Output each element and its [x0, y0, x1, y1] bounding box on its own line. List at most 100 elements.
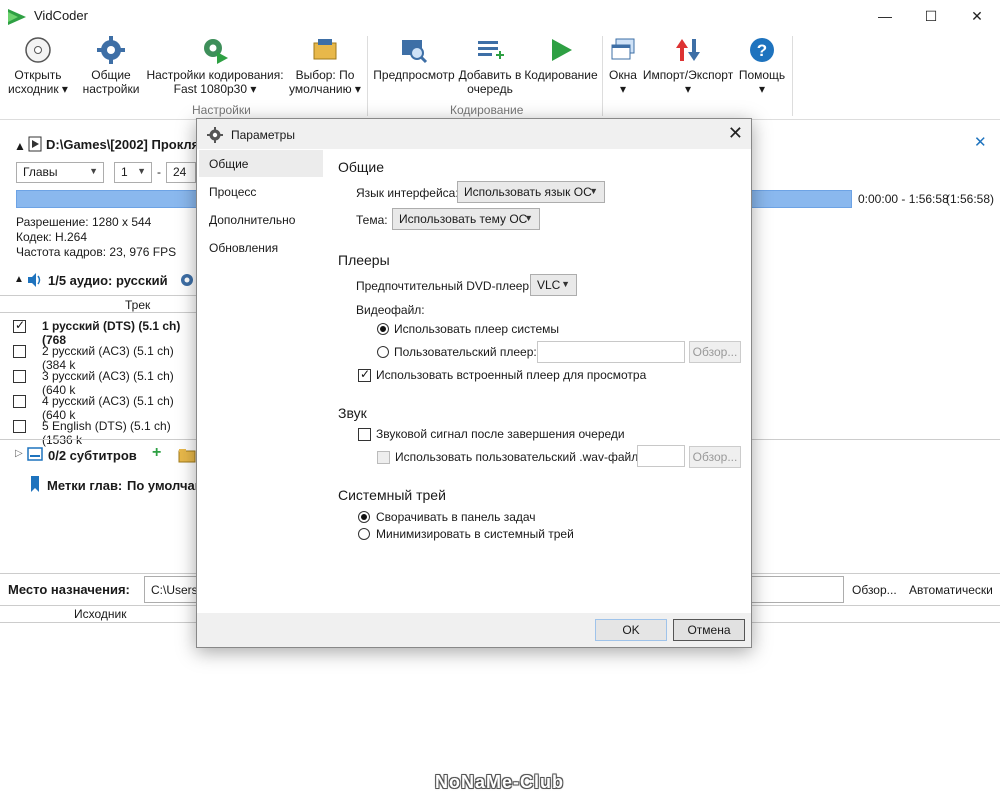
- maximize-button[interactable]: ☐: [908, 0, 954, 32]
- windows-label-1: Окна: [609, 68, 637, 82]
- encoding-settings-button[interactable]: Настройки кодирования: Fast 1080p30 ▾: [146, 34, 284, 96]
- add-to-queue-label-1: Добавить в: [458, 68, 522, 82]
- custom-player-radio[interactable]: [377, 346, 389, 358]
- beep-checkbox[interactable]: [358, 428, 371, 441]
- language-value: Использовать язык ОС: [464, 185, 592, 199]
- help-label-2: ▾: [758, 82, 766, 96]
- audio-track-row[interactable]: 2 русский (AC3) (5.1 ch) (384 k: [0, 339, 200, 372]
- divider: [0, 312, 200, 313]
- folder-icon[interactable]: [178, 447, 196, 466]
- track-label: 5 English (DTS) (5.1 ch) (1536 k: [42, 419, 171, 447]
- general-settings-button[interactable]: Общие настройки: [78, 34, 144, 96]
- chapters-value[interactable]: По умолчан: [127, 478, 203, 493]
- theme-select[interactable]: Использовать тему ОС ▼: [392, 208, 540, 230]
- track-checkbox[interactable]: [13, 395, 26, 408]
- time-range: 0:00:00 - 1:56:58: [858, 192, 949, 206]
- disc-icon: [24, 36, 52, 67]
- speaker-icon: [27, 272, 43, 291]
- settings-nav: Общие Процесс Дополнительно Обновления: [197, 149, 323, 613]
- chevron-down-icon: ▼: [561, 279, 570, 289]
- custom-wav-checkbox[interactable]: [377, 451, 390, 464]
- gear-icon: [96, 35, 126, 68]
- open-source-button[interactable]: Открыть исходник ▾: [6, 34, 70, 96]
- windows-button[interactable]: Окна ▾: [604, 34, 642, 96]
- section-players-title: Плееры: [338, 252, 390, 268]
- windows-label-2: ▾: [619, 82, 627, 96]
- close-window-button[interactable]: ✕: [954, 0, 1000, 32]
- system-player-radio[interactable]: [377, 323, 389, 335]
- dialog-close-button[interactable]: ✕: [728, 123, 743, 144]
- beep-label: Звуковой сигнал после завершения очереди: [376, 427, 625, 441]
- nav-item-advanced[interactable]: Дополнительно: [199, 206, 323, 233]
- range-from-select[interactable]: 1 ▼: [114, 162, 152, 183]
- minimize-tray-label: Минимизировать в системный трей: [376, 527, 574, 541]
- minimize-tray-radio[interactable]: [358, 528, 370, 540]
- expand-arrow-icon[interactable]: ▷: [15, 448, 23, 459]
- import-export-button[interactable]: Импорт/Экспорт ▾: [642, 34, 734, 96]
- minimize-taskbar-radio[interactable]: [358, 511, 370, 523]
- nav-item-updates[interactable]: Обновления: [199, 234, 323, 261]
- custom-player-path-input[interactable]: [537, 341, 685, 363]
- track-checkbox[interactable]: [13, 370, 26, 383]
- play-icon: [546, 35, 576, 68]
- nav-item-general[interactable]: Общие: [199, 150, 323, 177]
- help-button[interactable]: ? Помощь ▾: [736, 34, 788, 96]
- close-source-button[interactable]: ✕: [974, 133, 987, 151]
- range-to-select[interactable]: 24: [166, 162, 196, 183]
- dialog-title: Параметры: [231, 128, 295, 142]
- encode-button[interactable]: Кодирование: [522, 34, 600, 82]
- add-to-queue-label-2: очередь: [467, 82, 513, 96]
- collapse-arrow-icon[interactable]: ▲: [14, 274, 24, 285]
- ok-button[interactable]: OK: [595, 619, 667, 641]
- watermark: NoNaMe-Club: [435, 772, 564, 792]
- chevron-down-icon: ▼: [524, 213, 533, 223]
- track-checkbox[interactable]: [13, 420, 26, 433]
- dvd-player-select[interactable]: VLC ▼: [530, 274, 577, 296]
- custom-wav-path-input[interactable]: [637, 445, 685, 467]
- col-track-header: Трек: [125, 298, 151, 312]
- ribbon-separator: [602, 36, 603, 116]
- video-file-label: Видеофайл:: [356, 303, 425, 317]
- collapse-arrow-icon[interactable]: ▲: [14, 139, 26, 153]
- chapters-label: Метки глав:: [47, 478, 123, 493]
- windows-stack-icon: [608, 35, 638, 68]
- minimize-button[interactable]: —: [862, 0, 908, 32]
- encoding-settings-label-1: Настройки кодирования:: [146, 68, 284, 82]
- section-sound-title: Звук: [338, 405, 367, 421]
- open-source-label-2: исходник ▾: [8, 82, 68, 96]
- range-from-value: 1: [121, 165, 128, 179]
- range-type-select[interactable]: Главы ▼: [16, 162, 104, 183]
- audio-track-row[interactable]: 4 русский (AC3) (5.1 ch) (640 k: [0, 389, 200, 422]
- divider: [0, 295, 200, 296]
- custom-player-browse-button[interactable]: Обзор...: [689, 341, 741, 363]
- pick-default-label-2: умолчанию ▾: [289, 82, 361, 96]
- language-select[interactable]: Использовать язык ОС ▼: [457, 181, 605, 203]
- folder-stack-icon: [310, 35, 340, 68]
- add-subtitle-button[interactable]: +: [152, 444, 161, 462]
- audio-settings-gear-icon[interactable]: [178, 271, 196, 292]
- title-bar: VidCoder — ☐ ✕: [0, 0, 1000, 32]
- gear-play-icon: [200, 35, 230, 68]
- preview-magnifier-icon: [399, 35, 429, 68]
- audio-track-row[interactable]: 3 русский (AC3) (5.1 ch) (640 k: [0, 364, 200, 397]
- cancel-button[interactable]: Отмена: [673, 619, 745, 641]
- track-checkbox[interactable]: [13, 318, 26, 333]
- section-tray-title: Системный трей: [338, 487, 446, 503]
- ribbon-separator: [792, 36, 793, 116]
- import-export-label-2: ▾: [684, 82, 692, 96]
- ribbon-toolbar: Открыть исходник ▾ Общие настройки Настр…: [0, 32, 1000, 120]
- file-play-icon: [28, 136, 42, 155]
- auto-naming-button[interactable]: Автоматически: [909, 583, 993, 597]
- nav-item-process[interactable]: Процесс: [199, 178, 323, 205]
- track-checkbox[interactable]: [13, 345, 26, 358]
- destination-browse-button[interactable]: Обзор...: [852, 583, 897, 597]
- builtin-player-checkbox[interactable]: [358, 367, 371, 382]
- builtin-player-label: Использовать встроенный плеер для просмо…: [376, 368, 647, 382]
- import-export-label-1: Импорт/Экспорт: [642, 68, 734, 82]
- add-to-queue-button[interactable]: Добавить в очередь: [458, 34, 522, 96]
- custom-wav-browse-button[interactable]: Обзор...: [689, 446, 741, 468]
- pick-default-button[interactable]: Выбор: По умолчанию ▾: [286, 34, 364, 96]
- audio-track-row[interactable]: 5 English (DTS) (5.1 ch) (1536 k: [0, 414, 200, 447]
- preview-button[interactable]: Предпросмотр: [372, 34, 456, 82]
- audio-track-row[interactable]: 1 русский (DTS) (5.1 ch) (768: [0, 314, 200, 347]
